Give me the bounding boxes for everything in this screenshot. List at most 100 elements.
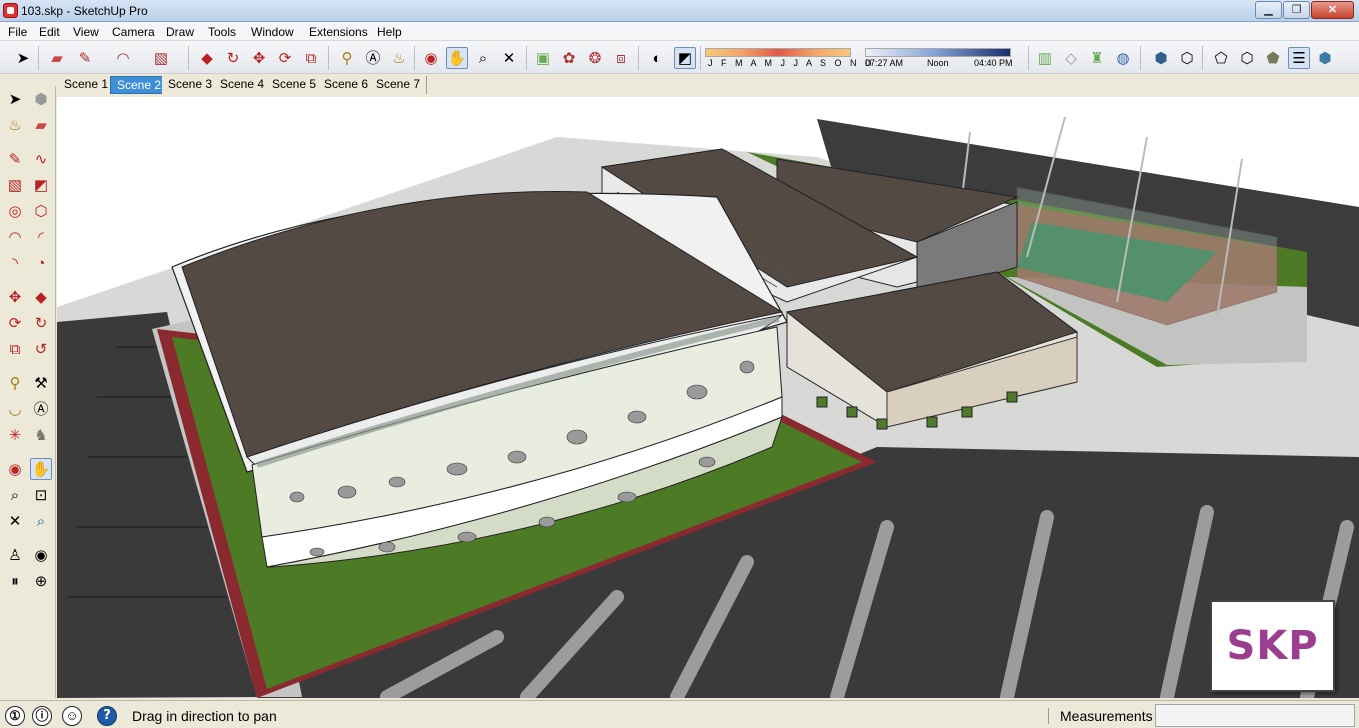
follow-me-tool-icon[interactable]: ↻ [222,47,244,69]
three-point-arc-icon[interactable]: ◝ [4,252,26,274]
scale-icon[interactable]: ⧉ [4,338,26,360]
rotate-tool-icon[interactable]: ⟳ [274,47,296,69]
zoom-tool-icon[interactable]: ⌕ [472,47,494,69]
line-icon[interactable]: ✎ [4,148,26,170]
shadow-date-slider[interactable]: J F M A M J J A S O N D [705,46,872,70]
components-icon[interactable]: ❂ [584,47,606,69]
time-track[interactable] [865,48,1011,57]
scene-tab-3[interactable]: Scene 3 [162,76,220,94]
pan-tool-icon[interactable]: ✋ [446,47,468,69]
scene-tab-7[interactable]: Scene 7 [370,76,428,94]
look-around-icon[interactable]: ◉ [30,544,52,566]
monochrome-style-icon[interactable]: ⬢ [1314,47,1336,69]
warehouse-icon[interactable]: ▣ [532,47,554,69]
share-model-icon[interactable]: ✿ [558,47,580,69]
extension-warehouse-icon[interactable]: ⧈ [610,47,632,69]
dimension-icon[interactable]: ⚒ [30,372,52,394]
circle-icon[interactable]: ◎ [4,200,26,222]
menu-file[interactable]: File [8,25,27,39]
text-tool-icon[interactable]: Ⓐ [362,47,384,69]
section-plane-icon[interactable]: ⊕ [30,570,52,592]
menu-view[interactable]: View [73,25,99,39]
menu-window[interactable]: Window [251,25,294,39]
hidden-line-style-icon[interactable]: ⬡ [1236,47,1258,69]
tape-measure-tool-icon[interactable]: ⚲ [336,47,358,69]
geo-location-icon[interactable]: ▥ [1034,47,1056,69]
paint-bucket-tool-icon[interactable]: ♨ [388,47,410,69]
eraser-tool-icon[interactable]: ▰ [46,47,68,69]
measurements-input[interactable] [1155,704,1355,727]
protractor-icon[interactable]: ◡ [4,398,26,420]
menu-help[interactable]: Help [377,25,402,39]
menu-camera[interactable]: Camera [112,25,155,39]
orbit-tool-icon[interactable]: ◉ [420,47,442,69]
back-edges-style-icon[interactable]: ⬡ [1176,47,1198,69]
offset-icon[interactable]: ↺ [30,338,52,360]
make-component-icon[interactable]: ⬢ [30,88,52,110]
user-account-icon[interactable]: ☺ [62,706,82,726]
scene-tab-4[interactable]: Scene 4 [214,76,272,94]
model-viewport[interactable]: SKP [57,97,1359,698]
push-pull-icon[interactable]: ◆ [30,286,52,308]
shaded-textures-style-icon[interactable]: ☰ [1288,47,1310,69]
tape-measure-icon[interactable]: ⚲ [4,372,26,394]
select-icon[interactable]: ➤ [4,88,26,110]
minimize-button[interactable]: ▁ [1255,1,1282,19]
menu-extensions[interactable]: Extensions [309,25,368,39]
walk-icon[interactable]: ⏸ [4,570,26,592]
time-noon-label: Noon [927,58,949,68]
credits-icon[interactable]: ⓘ [32,706,52,726]
terrain-icon[interactable]: ◇ [1060,47,1082,69]
month-track[interactable] [705,48,851,57]
pie-icon[interactable]: ◔ [30,252,52,274]
close-button[interactable]: ✕ [1311,1,1354,19]
text-icon[interactable]: Ⓐ [30,398,52,420]
move-tool-icon[interactable]: ✥ [248,47,270,69]
orbit-icon[interactable]: ◉ [4,458,26,480]
shadow-time-slider[interactable]: 07:27 AM Noon 04:40 PM [865,46,1015,70]
menu-tools[interactable]: Tools [208,25,236,39]
rectangle-icon[interactable]: ▧ [4,174,26,196]
freehand-icon[interactable]: ∿ [30,148,52,170]
shape-tool-icon[interactable]: ▧ [150,47,172,69]
google-earth-icon[interactable]: ◍ [1112,47,1134,69]
previous-view-icon[interactable]: ⌕ [30,510,52,532]
pan-icon[interactable]: ✋ [30,458,52,480]
arc-icon[interactable]: ◠ [4,226,26,248]
axes-icon[interactable]: ✳ [4,424,26,446]
fog-toggle-icon[interactable]: ◩ [674,47,696,69]
scene-tab-1[interactable]: Scene 1 [58,76,116,94]
zoom-extents-tool-icon[interactable]: ✕ [498,47,520,69]
zoom-extents-icon[interactable]: ✕ [4,510,26,532]
shaded-style-icon[interactable]: ⬟ [1262,47,1284,69]
scene-tab-2[interactable]: Scene 2 [110,76,169,94]
rotated-rectangle-icon[interactable]: ◩ [30,174,52,196]
maximize-button[interactable]: ❐ [1283,1,1310,19]
menu-draw[interactable]: Draw [166,25,194,39]
eraser-icon[interactable]: ▰ [30,114,52,136]
georeference-icon[interactable]: ① [5,706,25,726]
menu-edit[interactable]: Edit [39,25,60,39]
line-tool-icon[interactable]: ✎ [74,47,96,69]
two-point-arc-icon[interactable]: ◜ [30,226,52,248]
paint-bucket-icon[interactable]: ♨ [4,114,26,136]
zoom-window-icon[interactable]: ⊡ [30,484,52,506]
3d-text-icon[interactable]: ♞ [30,424,52,446]
move-icon[interactable]: ✥ [4,286,26,308]
xray-style-icon[interactable]: ⬢ [1150,47,1172,69]
push-pull-tool-icon[interactable]: ◆ [196,47,218,69]
position-camera-icon[interactable]: ♙ [4,544,26,566]
scale-tool-icon[interactable]: ⧉ [300,47,322,69]
wireframe-style-icon[interactable]: ⬠ [1210,47,1232,69]
select-tool-icon[interactable]: ➤ [12,47,34,69]
instructor-help-icon[interactable]: ? [97,706,117,726]
shadows-toggle-icon[interactable]: ◐ [646,47,668,69]
rotate-icon[interactable]: ⟳ [4,312,26,334]
zoom-icon[interactable]: ⌕ [4,484,26,506]
scene-tab-5[interactable]: Scene 5 [266,76,324,94]
photo-texture-icon[interactable]: ♜ [1086,47,1108,69]
follow-me-icon[interactable]: ↻ [30,312,52,334]
arc-tool-icon[interactable]: ◠ [112,47,134,69]
scene-tab-6[interactable]: Scene 6 [318,76,376,94]
polygon-icon[interactable]: ⬡ [30,200,52,222]
